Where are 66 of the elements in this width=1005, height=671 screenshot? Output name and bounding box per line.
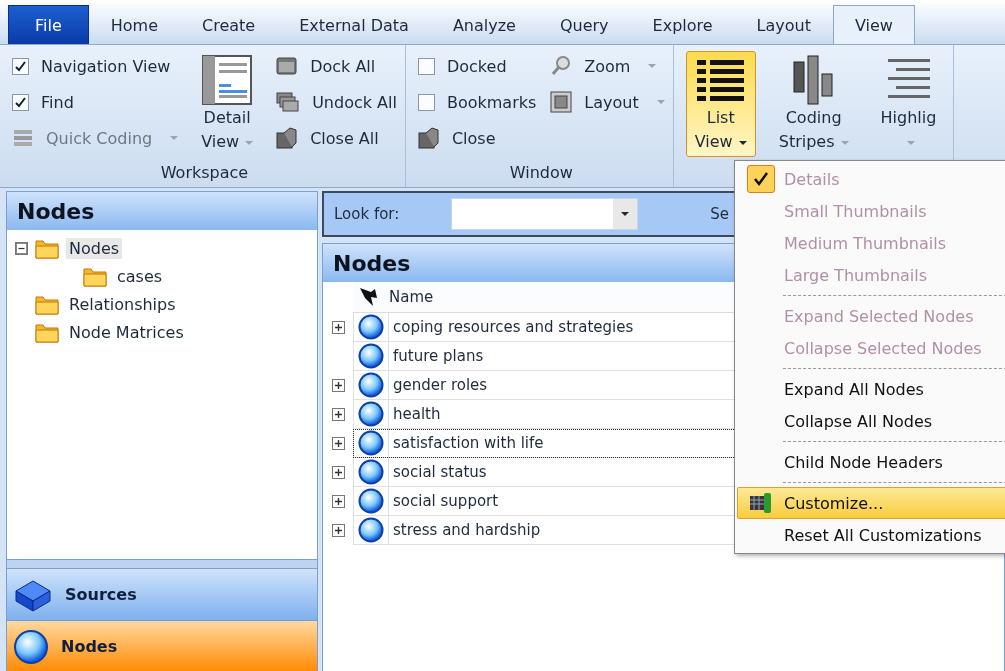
checkbox-label: Docked	[446, 56, 507, 76]
checkbox[interactable]	[12, 93, 29, 111]
ribbon-large-button[interactable]: Highlig	[871, 51, 946, 157]
ribbon-tab[interactable]: Home	[88, 5, 181, 44]
ribbon-tab[interactable]: External Data	[277, 5, 431, 44]
frame-icon	[550, 91, 573, 113]
panel-title: Nodes	[7, 192, 317, 230]
tree-item[interactable]: Nodes	[66, 237, 123, 259]
ribbon-tab[interactable]: View	[833, 5, 915, 44]
checkbox-label: Find	[41, 92, 74, 112]
bars-icon	[791, 54, 836, 106]
tree-item[interactable]: Relationships	[66, 293, 179, 315]
ribbon-tab[interactable]: Query	[537, 5, 631, 44]
expand-toggle[interactable]	[331, 321, 345, 334]
checkbox-label: Navigation View	[41, 56, 171, 76]
checkbox-label: Bookmarks	[446, 92, 537, 112]
node-icon	[358, 401, 384, 427]
ribbon-tab[interactable]: File	[8, 5, 89, 44]
ribbon-button[interactable]: Close All	[310, 123, 379, 153]
ribbon-large-button[interactable]: Detail View	[192, 51, 263, 157]
ribbon-tab[interactable]: Layout	[734, 5, 833, 44]
node-icon	[358, 459, 384, 485]
ribbon-tab[interactable]: Explore	[630, 5, 735, 44]
stack-icon	[12, 128, 34, 148]
find-label: Look for:	[334, 205, 400, 223]
group-label: Workspace	[159, 162, 250, 184]
find-label: Se	[710, 205, 730, 223]
node-icon	[358, 343, 384, 369]
node-icon	[13, 628, 49, 665]
grid-icon	[749, 492, 773, 514]
window-icon	[276, 56, 299, 76]
node-icon	[358, 517, 384, 543]
expand-toggle[interactable]	[331, 437, 345, 450]
expand-toggle[interactable]	[331, 466, 345, 479]
ribbon-tab[interactable]: Analyze	[430, 5, 538, 44]
menu-item[interactable]: Customize...	[737, 487, 1005, 519]
ribbon-button[interactable]: Close	[451, 123, 496, 153]
node-icon	[358, 314, 384, 340]
detail-view-icon	[202, 55, 253, 105]
node-icon	[358, 430, 384, 456]
collapse-toggle[interactable]	[15, 241, 28, 255]
ribbon-button[interactable]: Layout	[584, 87, 639, 117]
ribbon-large-button[interactable]: List View	[685, 51, 756, 157]
close-window-icon	[276, 127, 299, 149]
ribbon-button[interactable]: Dock All	[310, 51, 376, 81]
expand-toggle[interactable]	[331, 379, 345, 392]
node-icon	[358, 488, 384, 514]
group-label: Window	[508, 162, 574, 184]
node-icon	[358, 372, 384, 398]
checkbox[interactable]	[417, 93, 435, 111]
close-window-icon	[417, 127, 440, 149]
navigation-button[interactable]: Nodes	[7, 621, 317, 671]
navigation-button[interactable]: Sources	[7, 569, 317, 621]
expand-toggle[interactable]	[331, 408, 345, 421]
checkbox[interactable]	[417, 57, 435, 75]
ribbon-large-button[interactable]: Coding Stripes	[769, 51, 858, 157]
ribbon-tab[interactable]: Create	[180, 5, 278, 44]
tree-item[interactable]: cases	[114, 265, 166, 287]
magnifier-icon	[550, 55, 573, 77]
ribbon-button[interactable]: Undock All	[312, 87, 397, 117]
checkbox[interactable]	[12, 57, 29, 75]
ribbon-button[interactable]: Zoom	[584, 51, 631, 81]
expand-toggle[interactable]	[331, 524, 345, 537]
expand-toggle[interactable]	[331, 495, 345, 508]
windows-icon	[276, 92, 301, 112]
tree-item[interactable]: Node Matrices	[66, 321, 187, 343]
